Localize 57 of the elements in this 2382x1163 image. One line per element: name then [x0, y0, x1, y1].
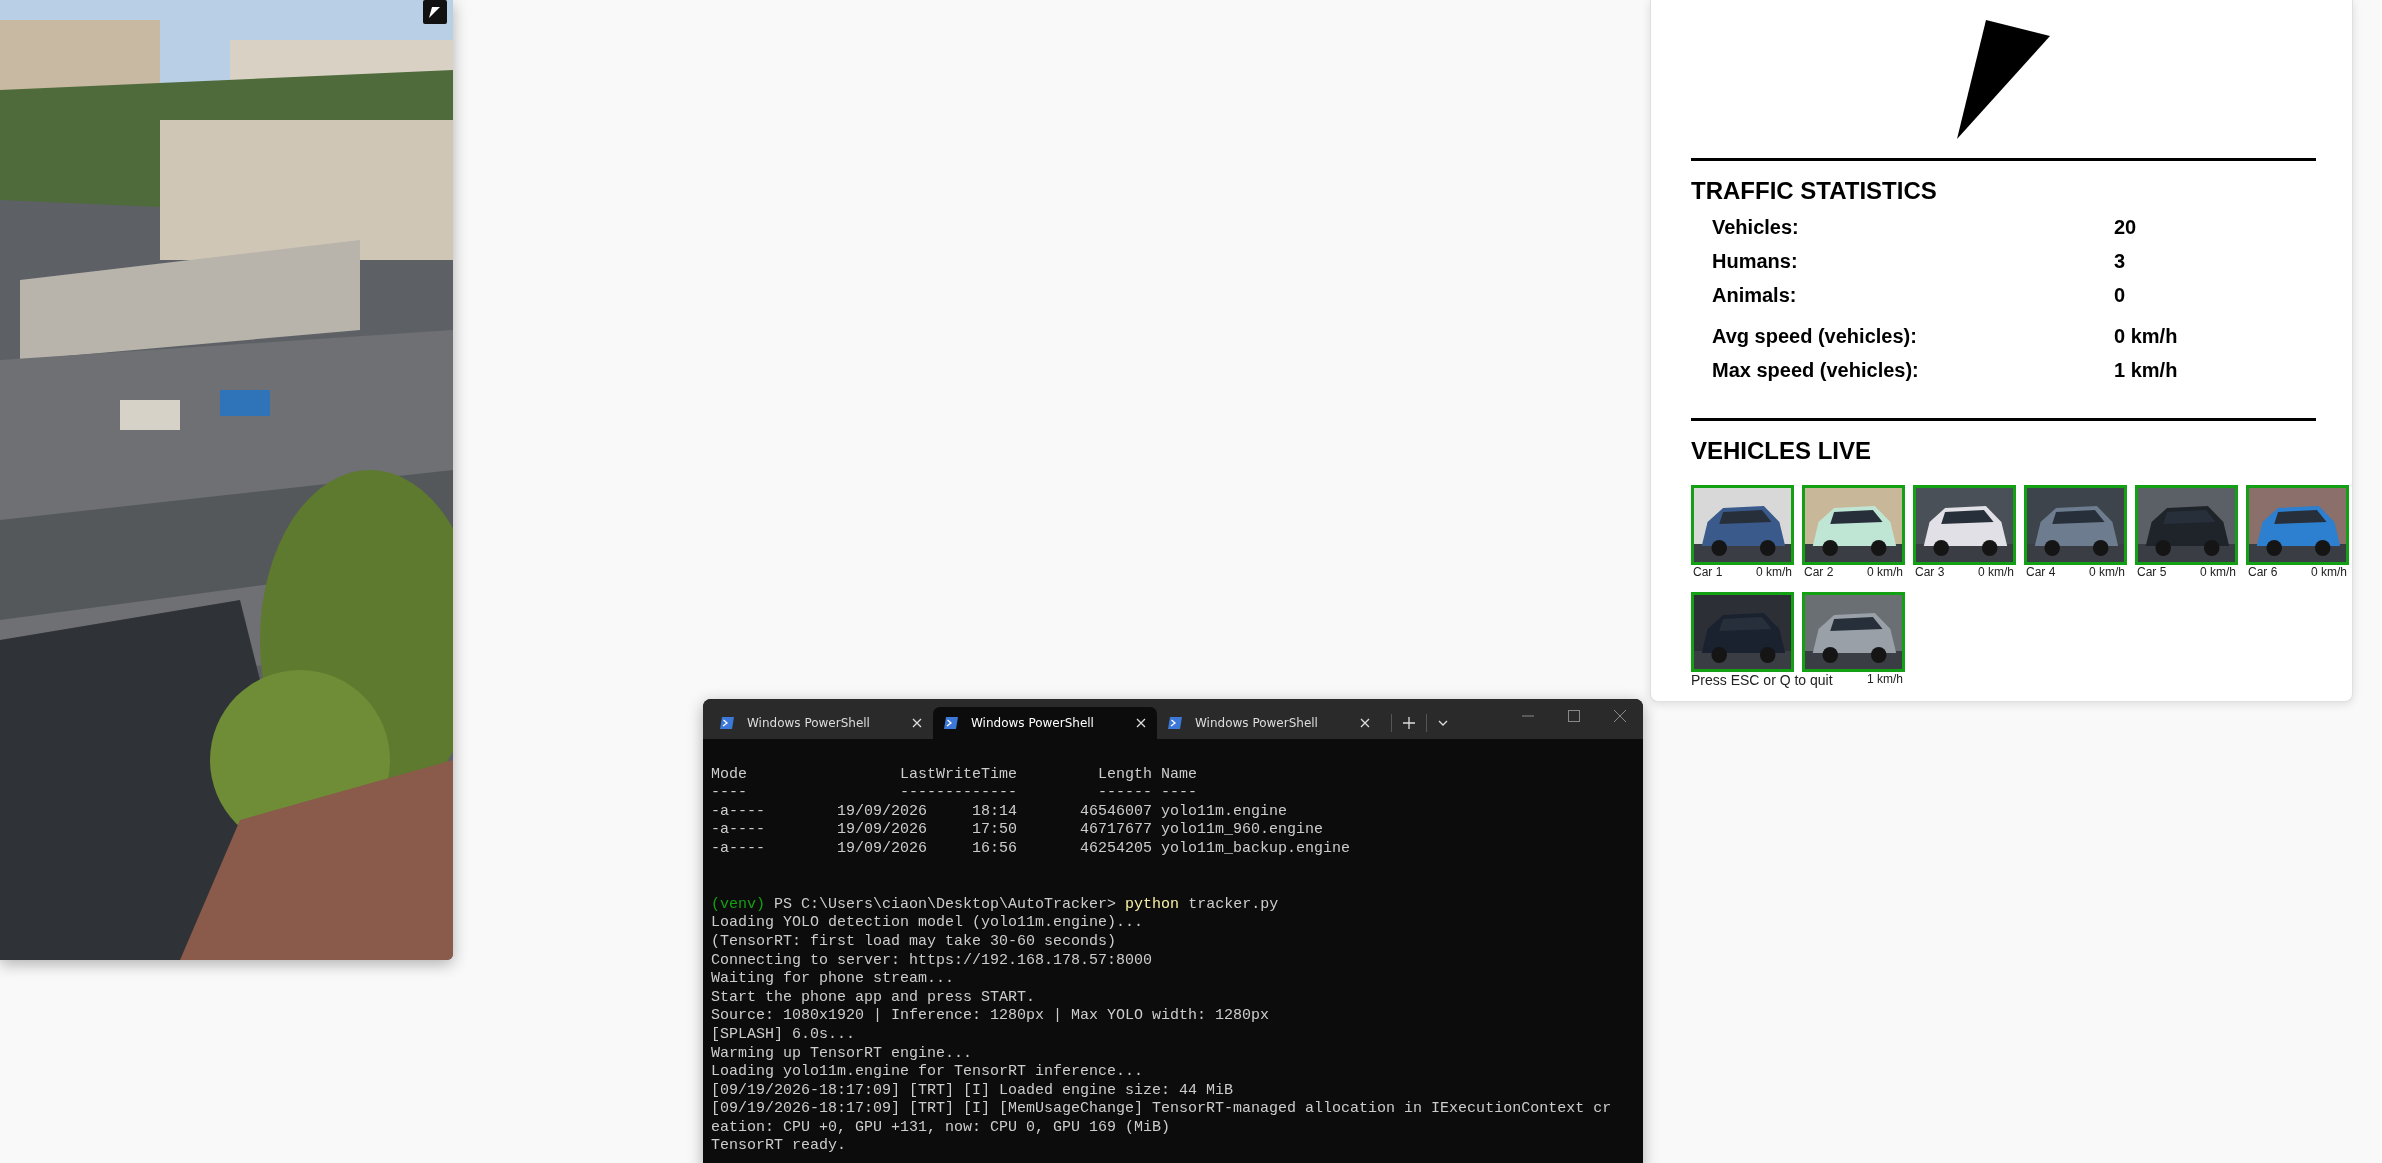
vehicle-label: Car 4 — [2026, 565, 2056, 580]
terminal-line: Waiting for phone stream... — [711, 970, 956, 989]
terminal-line: Loading yolo11m.engine for TensorRT inference... — [711, 1063, 1145, 1082]
terminal-line: Source: 1080x1920 | Inference: 1280px | Max YOLO width: 1280px — [711, 1007, 1271, 1026]
vehicle-speed: 0 km/h — [1867, 565, 1903, 580]
stat-value: 20 — [2114, 215, 2138, 239]
terminal-line: [09/19/2026-18:17:09] [TRT] [I] [MemUsageChange] TensorRT-managed allocation in IExecutionContext cr — [711, 1100, 1613, 1119]
terminal-line: eation: CPU +0, GPU +131, now: CPU 0, GPU 169 (MiB) — [711, 1118, 1172, 1138]
terminal-line: Loading YOLO detection model (yolo11m.engine)... — [711, 914, 1145, 933]
vehicle-label: Car 1 — [1693, 565, 1723, 580]
terminal-tab[interactable]: Windows PowerShell — [1157, 707, 1381, 739]
vehicle-label: Car 2 — [1804, 565, 1834, 580]
powershell-icon — [719, 715, 735, 731]
terminal-line: TensorRT ready. — [711, 1137, 848, 1157]
stat-label: Vehicles: — [1712, 215, 1800, 239]
vehicle-speed: 1 km/h — [1867, 672, 1903, 687]
terminal-line: [SPLASH] 6.0s... — [711, 1025, 857, 1045]
vehicle-label: Car 6 — [2248, 565, 2278, 580]
stat-label: Max speed (vehicles): — [1712, 358, 1920, 382]
command-argument: tracker.py — [1188, 895, 1279, 913]
terminal-line: Warming up TensorRT engine... — [711, 1044, 974, 1064]
vehicle-speed: 0 km/h — [1756, 565, 1792, 580]
terminal-line: -a---- 19/09/2026 17:50 46717677 yolo11m_960.engine — [711, 821, 1325, 840]
new-tab-icon[interactable] — [1402, 716, 1416, 730]
terminal-tab[interactable]: Windows PowerShell — [709, 707, 933, 739]
section-title: TRAFFIC STATISTICS — [1691, 177, 1938, 205]
terminal-line: ---- ------------- ------ ---- — [711, 784, 1199, 803]
terminal-line: Connecting to server: https://192.168.178.57:8000 — [711, 951, 1154, 971]
terminal-line: Start the phone app and press START. — [711, 988, 1037, 1008]
terminal-line: -a---- 19/09/2026 18:14 46546007 yolo11m.engine — [711, 802, 1289, 822]
terminal-line: [09/19/2026-18:17:09] [TRT] [I] Loaded engine size: 44 MiB — [711, 1081, 1235, 1101]
quit-hint: Press ESC or Q to quit — [1691, 672, 1833, 688]
vehicle-speed: 0 km/h — [2089, 565, 2125, 580]
section-title: VEHICLES LIVE — [1691, 437, 1873, 465]
venv-prefix: (venv) — [711, 895, 765, 913]
maximize-icon[interactable] — [1567, 709, 1581, 723]
stat-label: Avg speed (vehicles): — [1712, 324, 1918, 348]
terminal-line: Mode LastWriteTime Length Name — [711, 765, 1199, 785]
stat-value: 3 — [2114, 249, 2127, 273]
vehicle-speed: 0 km/h — [2311, 565, 2347, 580]
stat-label: Animals: — [1712, 283, 1798, 307]
vehicle-label: Car 3 — [1915, 565, 1945, 580]
vehicle-speed: 0 km/h — [2200, 565, 2236, 580]
powershell-icon — [943, 715, 959, 731]
terminal-line: -a---- 19/09/2026 16:56 46254205 yolo11m_backup.engine — [711, 839, 1352, 859]
triangle-logo-icon — [1956, 20, 2051, 140]
terminal-line: (TensorRT: first load may take 30-60 seconds) — [711, 932, 1118, 952]
command-name: python — [1125, 895, 1180, 913]
vehicle-speed: 0 km/h — [1978, 565, 2014, 580]
stat-value: 0 — [2114, 283, 2127, 307]
stat-label: Humans: — [1712, 249, 1799, 273]
stat-value: 1 km/h — [2114, 358, 2179, 382]
terminal-tab[interactable]: Windows PowerShell — [933, 707, 1157, 739]
vehicle-label: Car 5 — [2137, 565, 2167, 580]
powershell-icon — [1167, 715, 1183, 731]
stat-value: 0 km/h — [2114, 324, 2179, 348]
prompt-path: PS C:\Users\ciaon\Desktop\AutoTracker> — [774, 895, 1117, 913]
